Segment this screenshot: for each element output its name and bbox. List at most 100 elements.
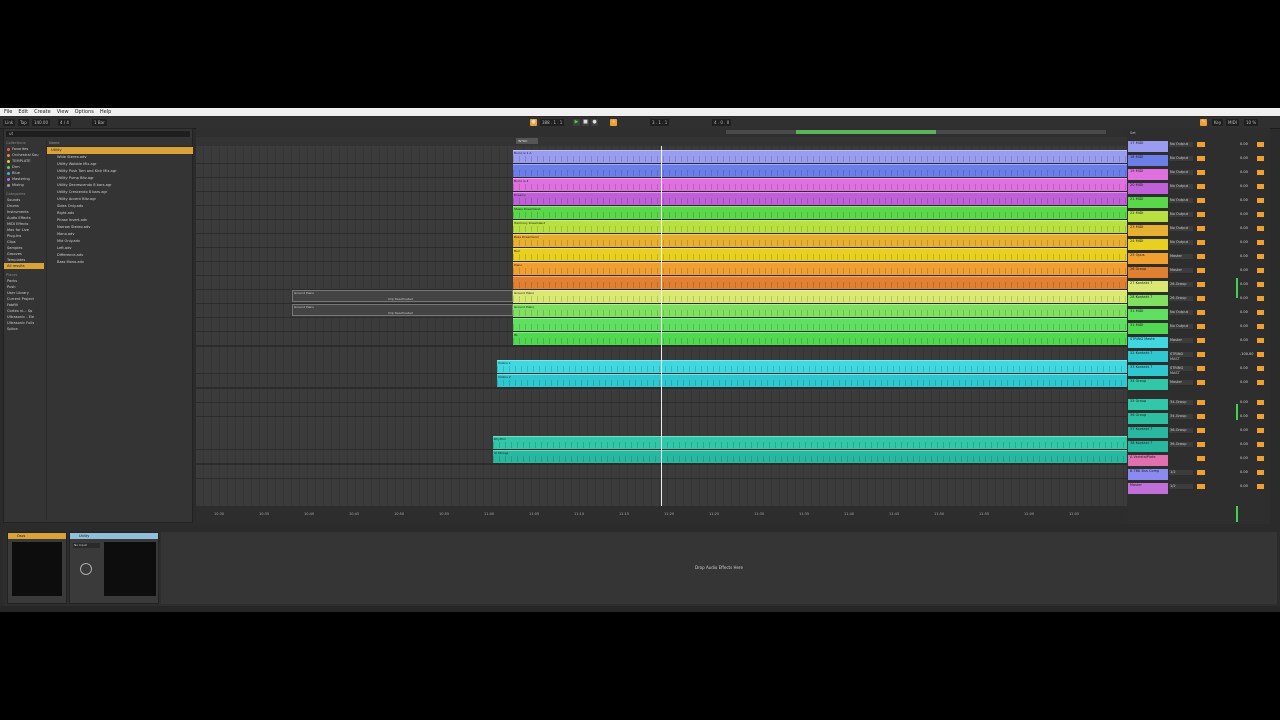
volume-readout[interactable]: 0.00: [1240, 212, 1252, 217]
menu-item-view[interactable]: View: [57, 109, 69, 115]
arrangement-clip[interactable]: Ground Piano: [513, 290, 1127, 303]
menu-item-edit[interactable]: Edit: [18, 109, 28, 115]
track-activator-button[interactable]: [1197, 352, 1205, 357]
menu-item-options[interactable]: Options: [75, 109, 94, 115]
track-activator-button[interactable]: [1197, 366, 1205, 371]
arrangement-clip[interactable]: Bocio is 1 A: [513, 150, 1127, 163]
volume-readout[interactable]: 0.00: [1240, 366, 1252, 371]
volume-readout[interactable]: 0.00: [1240, 268, 1252, 273]
track-activator-button[interactable]: [1197, 282, 1205, 287]
track-activator-button[interactable]: [1197, 456, 1205, 461]
mixer-track-row[interactable]: B TBK Bus Comp 1/2 0.00: [1127, 468, 1270, 481]
preset-item[interactable]: Right.adv: [47, 210, 193, 217]
output-routing-select[interactable]: 26-Group: [1169, 296, 1193, 301]
preset-item[interactable]: Utility Wobble Mix.agr: [47, 161, 193, 168]
deactivated-clip[interactable]: Ground Piano Clip Deactivated: [292, 304, 513, 316]
track-name[interactable]: 25 Opus: [1128, 253, 1168, 264]
mixer-track-row[interactable]: 38 Kontakt 7 36-Group 0.00: [1127, 440, 1270, 453]
mixer-track-row[interactable]: 37 Kontakt 7 36-Group 0.00: [1127, 426, 1270, 439]
volume-readout[interactable]: 0.00: [1240, 400, 1252, 405]
arrangement-clip[interactable]: Ground Piano: [513, 304, 1127, 317]
mixer-track-row[interactable]: 28 Kontakt 7 26-Group 0.00: [1127, 294, 1270, 307]
arrangement-clip[interactable]: HL: [513, 332, 1127, 345]
link-button[interactable]: Link: [3, 119, 16, 126]
record-icon[interactable]: ●: [591, 119, 598, 126]
track-activator-button[interactable]: [1197, 414, 1205, 419]
track-activator-button[interactable]: [1197, 484, 1205, 489]
track-name[interactable]: 26 Group: [1128, 267, 1168, 278]
volume-readout[interactable]: 0.00: [1240, 442, 1252, 447]
arrangement-clip[interactable]: Violins 2: [497, 374, 1127, 387]
arm-button[interactable]: [1257, 414, 1264, 419]
track-name[interactable]: 34 Group: [1128, 379, 1168, 390]
mixer-track-row[interactable]: 34 Group Master 0.00: [1127, 378, 1270, 391]
track-name[interactable]: 22 MIDI: [1128, 211, 1168, 222]
track-name[interactable]: 20 MIDI: [1128, 183, 1168, 194]
overview-strip[interactable]: [726, 130, 1106, 134]
track-activator-button[interactable]: [1197, 226, 1205, 231]
folder-item[interactable]: Utility: [47, 147, 193, 154]
time-ruler-bottom[interactable]: 10:30 10:35 10:40 10:45 10:50 10:55 11:00 11:05…: [196, 506, 1127, 524]
arm-button[interactable]: [1257, 268, 1264, 273]
device-utility[interactable]: Utility No Input: [69, 532, 159, 604]
preset-item[interactable]: Narrow Stereo.adv: [47, 224, 193, 231]
track-activator-button[interactable]: [1197, 212, 1205, 217]
track-name[interactable]: 19 MIDI: [1128, 169, 1168, 180]
mixer-track-row[interactable]: Master 1/2 0.00: [1127, 482, 1270, 495]
arrangement-clip[interactable]: Harmony Dreamland: [513, 220, 1127, 233]
arrangement-clip[interactable]: Bell: [513, 248, 1127, 261]
arm-button[interactable]: [1257, 442, 1264, 447]
track-name[interactable]: STRING Maste: [1128, 337, 1168, 348]
track-name[interactable]: Master: [1128, 483, 1168, 494]
output-routing-select[interactable]: STRING MAST: [1169, 366, 1193, 375]
track-activator-button[interactable]: [1197, 296, 1205, 301]
mixer-track-row[interactable]: STRING Maste Master 0.00: [1127, 336, 1270, 349]
volume-readout[interactable]: 0.00: [1240, 170, 1252, 175]
track-name[interactable]: 23 MIDI: [1128, 225, 1168, 236]
arrangement-clip[interactable]: Violins 1: [497, 360, 1127, 373]
volume-readout[interactable]: 0.00: [1240, 156, 1252, 161]
preset-item[interactable]: Utility Decrescendo 8 bars.agr: [47, 182, 193, 189]
output-routing-select[interactable]: No Output: [1169, 142, 1193, 147]
output-routing-select[interactable]: 1/2: [1169, 470, 1193, 475]
arm-button[interactable]: [1257, 456, 1264, 461]
mixer-track-row[interactable]: 24 MIDI No Output 0.00: [1127, 238, 1270, 251]
track-name[interactable]: B TBK Bus Comp: [1128, 469, 1168, 480]
arrangement-clip[interactable]: Rhythm: [493, 436, 1127, 449]
mixer-track-row[interactable]: 25 Opus Master 0.00: [1127, 252, 1270, 265]
mixer-track-row[interactable]: 19 MIDI No Output 0.00: [1127, 168, 1270, 181]
preset-item[interactable]: Mono.adv: [47, 231, 193, 238]
track-name[interactable]: 17 MIDI: [1128, 141, 1168, 152]
track-name[interactable]: 36 Group: [1128, 413, 1168, 424]
mixer-track-row[interactable]: 21 MIDI No Output 0.00: [1127, 196, 1270, 209]
volume-readout[interactable]: 0.00: [1240, 282, 1252, 287]
arm-button[interactable]: [1257, 142, 1264, 147]
track-name[interactable]: 27 Kontakt 7: [1128, 281, 1168, 292]
output-routing-select[interactable]: 34-Group: [1169, 400, 1193, 405]
deactivated-clip[interactable]: Ground Piano Clip Deactivated: [292, 290, 513, 302]
output-routing-select[interactable]: Master: [1169, 268, 1193, 273]
track-activator-button[interactable]: [1197, 268, 1205, 273]
volume-readout[interactable]: 0.00: [1240, 484, 1252, 489]
output-routing-select[interactable]: Master: [1169, 338, 1193, 343]
play-icon[interactable]: ▶: [573, 119, 580, 126]
midi-map-button[interactable]: MIDI: [1226, 119, 1239, 126]
track-name[interactable]: 21 MIDI: [1128, 197, 1168, 208]
arrangement-clip[interactable]: Bocio is 2: [513, 178, 1127, 191]
arm-button[interactable]: [1257, 282, 1264, 287]
tempo-field[interactable]: 140.00: [32, 119, 50, 126]
mixer-track-row[interactable]: 22 MIDI No Output 0.00: [1127, 210, 1270, 223]
draw-mode-icon[interactable]: ✎: [1200, 119, 1207, 126]
loop-start-field[interactable]: 3 . 1 . 1: [650, 119, 670, 126]
arm-button[interactable]: [1257, 428, 1264, 433]
track-activator-button[interactable]: [1197, 442, 1205, 447]
track-name[interactable]: 18 MIDI: [1128, 155, 1168, 166]
volume-readout[interactable]: 0.00: [1240, 254, 1252, 259]
device-drop-zone[interactable]: Drop Audio Effects Here: [161, 532, 1277, 604]
mixer-track-row[interactable]: 27 Kontakt 7 26-Group 0.00: [1127, 280, 1270, 293]
arm-button[interactable]: [1257, 338, 1264, 343]
track-name[interactable]: 33 Kontakt 7: [1128, 365, 1168, 376]
volume-readout[interactable]: 0.00: [1240, 296, 1252, 301]
track-name[interactable]: 32 Kontakt 7: [1128, 351, 1168, 362]
output-routing-select[interactable]: No Output: [1169, 212, 1193, 217]
